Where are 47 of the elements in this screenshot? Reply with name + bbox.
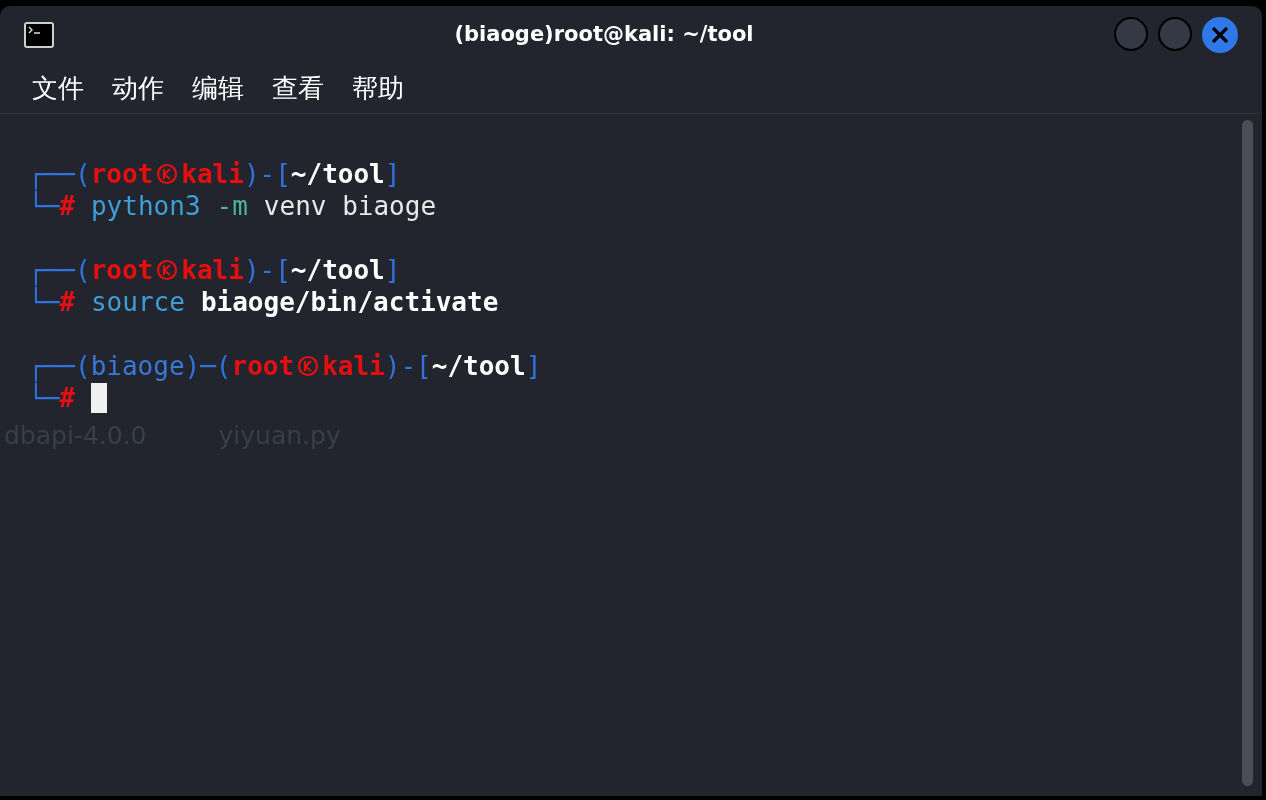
prompt-host: kali — [181, 254, 244, 286]
prompt-user: root — [90, 158, 154, 190]
close-button[interactable] — [1202, 17, 1238, 53]
maximize-button[interactable] — [1158, 17, 1192, 51]
prompt-frame: ┌──( — [28, 254, 91, 286]
prompt-frame: )─( — [184, 350, 232, 382]
command-name: source — [90, 286, 185, 318]
prompt-path: ~/tool — [290, 158, 385, 190]
menu-item[interactable]: 文件 — [32, 69, 84, 108]
prompt-frame: ┌──( — [28, 158, 91, 190]
prompt-frame: ] — [384, 158, 401, 190]
prompt-user: root — [90, 254, 154, 286]
menu-item[interactable]: 编辑 — [192, 69, 244, 108]
prompt-frame: └─ — [28, 382, 60, 414]
prompt-host: kali — [322, 350, 385, 382]
prompt-hash: # — [59, 383, 75, 414]
prompt-frame: ] — [384, 254, 401, 286]
prompt-frame: └─ — [28, 190, 60, 222]
menu-item[interactable]: 帮助 — [352, 69, 404, 108]
prompt-user: root — [231, 350, 295, 382]
prompt-frame: )-[ — [384, 350, 432, 382]
prompt-venv: biaoge — [90, 350, 185, 382]
terminal-icon — [24, 22, 54, 48]
window-title: (biaoge)root@kali: ~/tool — [454, 21, 754, 49]
kali-symbol-icon — [156, 259, 179, 281]
command-argument: venv biaoge — [263, 190, 437, 222]
text-cursor — [90, 383, 107, 413]
prompt-frame: └─ — [28, 286, 60, 318]
menu-item[interactable]: 查看 — [272, 69, 324, 108]
command-argument: biaoge/bin/activate — [200, 286, 499, 318]
close-icon — [1212, 27, 1228, 43]
kali-symbol-icon — [297, 355, 320, 377]
prompt-frame: )-[ — [243, 158, 291, 190]
prompt-frame: ] — [525, 350, 542, 382]
prompt-hash: # — [59, 287, 75, 318]
scrollbar[interactable] — [1241, 120, 1253, 786]
prompt-frame: ┌──( — [28, 350, 91, 382]
prompt-path: ~/tool — [431, 350, 526, 382]
minimize-button[interactable] — [1114, 17, 1148, 51]
prompt-host: kali — [181, 158, 244, 190]
prompt-hash: # — [59, 191, 75, 222]
prompt-path: ~/tool — [290, 254, 385, 286]
command-name: python3 — [90, 190, 201, 222]
prompt-frame: )-[ — [243, 254, 291, 286]
command-option: -m — [216, 190, 248, 222]
kali-symbol-icon — [156, 163, 179, 185]
menu-item[interactable]: 动作 — [112, 69, 164, 108]
